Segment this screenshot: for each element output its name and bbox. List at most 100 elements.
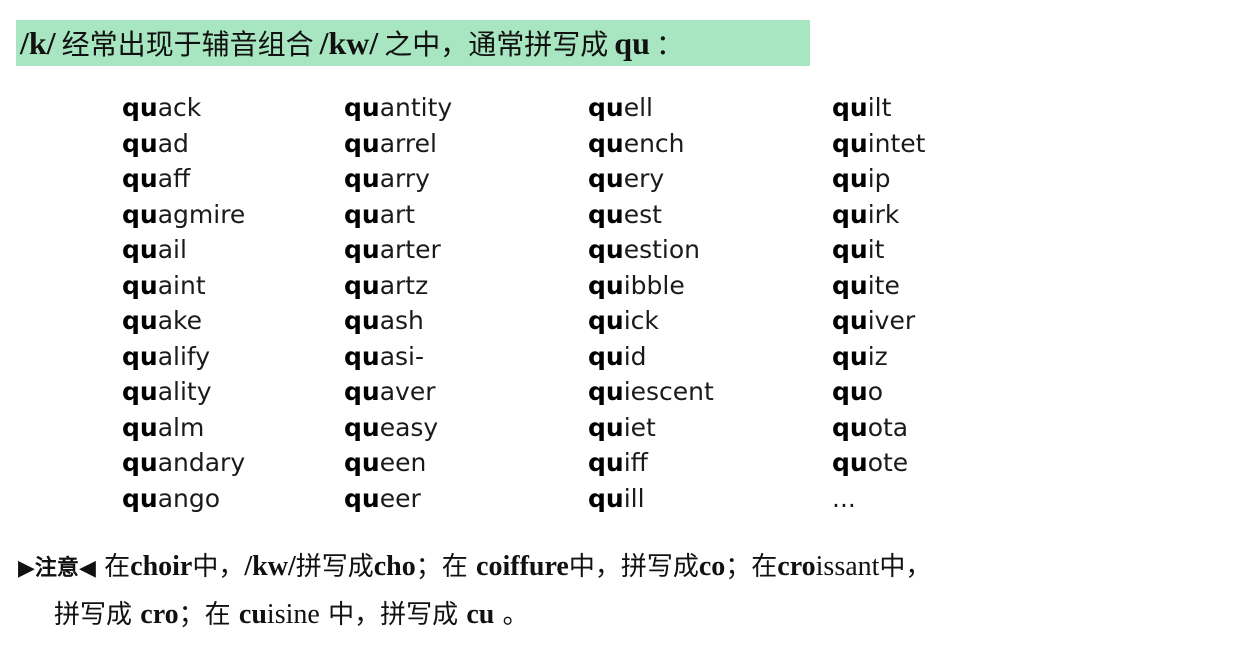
word-rest: iz <box>867 341 888 371</box>
word-item: quarry <box>344 161 452 197</box>
heading-colon: ： <box>655 28 684 61</box>
word-rest: aver <box>379 377 436 406</box>
word-prefix: qu <box>122 412 158 442</box>
word-item: quail <box>122 232 245 268</box>
word-item: qualify <box>122 339 245 375</box>
note-word-cuisine-prefix: cu <box>238 599 267 630</box>
word-prefix: qu <box>588 235 624 264</box>
word-rest: arter <box>379 235 441 264</box>
word-rest: ick <box>623 306 659 335</box>
word-rest: alm <box>157 412 205 442</box>
word-rest: een <box>379 448 427 477</box>
note-spelling-co: co <box>698 551 726 582</box>
note-spelling-cro: cro <box>140 599 179 630</box>
word-item: quaver <box>344 374 452 410</box>
word-rest: ality <box>157 377 212 406</box>
note-marker-right-icon: ◀ <box>78 556 96 581</box>
word-prefix: qu <box>122 448 158 477</box>
word-prefix: qu <box>344 306 380 335</box>
word-prefix: qu <box>832 270 868 300</box>
word-rest: ... <box>832 483 856 513</box>
word-rest: aint <box>157 270 206 300</box>
note-word-croissant-rest: issant <box>815 551 880 582</box>
word-prefix: qu <box>832 341 868 371</box>
word-prefix: qu <box>122 235 158 264</box>
word-item: quiescent <box>588 374 714 410</box>
word-item: quest <box>588 197 714 233</box>
word-rest: artz <box>379 270 429 300</box>
word-prefix: qu <box>588 377 624 406</box>
word-rest: arrel <box>379 128 437 158</box>
word-prefix: qu <box>588 164 624 193</box>
word-column: quilt quintet quip quirk quit quite quiver quiz… <box>832 90 925 516</box>
word-prefix: qu <box>832 412 868 442</box>
word-prefix: qu <box>122 341 158 371</box>
note-text: 中， <box>192 552 245 582</box>
word-item: quell <box>588 90 714 126</box>
note-word-cuisine-rest: isine <box>266 599 320 630</box>
word-rest: estion <box>623 235 700 264</box>
word-prefix: qu <box>122 270 158 300</box>
word-rest: iet <box>623 412 656 442</box>
word-rest: ango <box>157 483 221 513</box>
heading-spelling-qu: qu <box>614 24 650 61</box>
note-text: 中，拼写成 <box>328 600 459 630</box>
word-rest: alify <box>157 341 211 371</box>
word-prefix: qu <box>832 93 868 122</box>
word-item: quart <box>344 197 452 233</box>
word-rest: ote <box>867 448 909 477</box>
word-prefix: qu <box>588 341 624 371</box>
word-prefix: qu <box>588 93 624 122</box>
word-prefix: qu <box>832 306 868 335</box>
word-item: quiz <box>832 339 925 375</box>
word-rest: id <box>623 341 647 371</box>
note-text: ；在 <box>725 552 778 582</box>
note-word-choir: choir <box>130 551 193 582</box>
word-prefix: qu <box>588 448 624 477</box>
word-item: quartz <box>344 268 452 304</box>
word-prefix: qu <box>832 128 868 158</box>
word-item: quit <box>832 232 925 268</box>
word-prefix: qu <box>344 483 380 513</box>
word-prefix: qu <box>344 448 380 477</box>
word-item: quality <box>122 374 245 410</box>
word-prefix: qu <box>122 199 158 229</box>
note-text: 中，拼写成 <box>568 552 699 582</box>
word-rest: iver <box>867 306 916 335</box>
word-item: quiff <box>588 445 714 481</box>
word-rest: o <box>867 377 883 406</box>
word-item: quilt <box>832 90 925 126</box>
word-rest: eer <box>379 483 421 513</box>
word-prefix: qu <box>832 164 868 193</box>
word-rest: easy <box>379 412 439 442</box>
word-item: quo <box>832 374 925 410</box>
heading-phoneme-kw: /kw/ <box>319 24 379 61</box>
word-item: quid <box>588 339 714 375</box>
word-item: quasi- <box>344 339 452 375</box>
word-item: quarter <box>344 232 452 268</box>
word-item: quaint <box>122 268 245 304</box>
note-word-croissant-prefix: cro <box>777 551 816 582</box>
heading-text-2: 之中，通常拼写成 <box>384 28 609 61</box>
word-column: quell quench query quest question quibble quic… <box>588 90 714 516</box>
word-column: quantity quarrel quarry quart quarter quartz q… <box>344 90 452 516</box>
word-prefix: qu <box>344 93 380 122</box>
word-rest: asi- <box>379 341 425 371</box>
word-item: quick <box>588 303 714 339</box>
word-rest: arry <box>379 164 430 193</box>
word-prefix: qu <box>122 483 158 513</box>
word-item: queen <box>344 445 452 481</box>
note-text: 中， <box>879 552 932 582</box>
note-line-1: ▶注意◀ 在choir中，/kw/拼写成cho；在 coiffure中，拼写成c… <box>18 544 1248 592</box>
word-item: queasy <box>344 410 452 446</box>
word-item: quibble <box>588 268 714 304</box>
note-spelling-cu: cu <box>466 599 495 630</box>
word-prefix: qu <box>122 128 158 158</box>
word-rest: ill <box>623 483 645 513</box>
word-rest: ip <box>867 164 891 193</box>
word-item: quintet <box>832 126 925 162</box>
word-item: queer <box>344 481 452 517</box>
word-item: quagmire <box>122 197 245 233</box>
word-rest: it <box>867 235 885 264</box>
note-text: 在 <box>104 552 131 582</box>
